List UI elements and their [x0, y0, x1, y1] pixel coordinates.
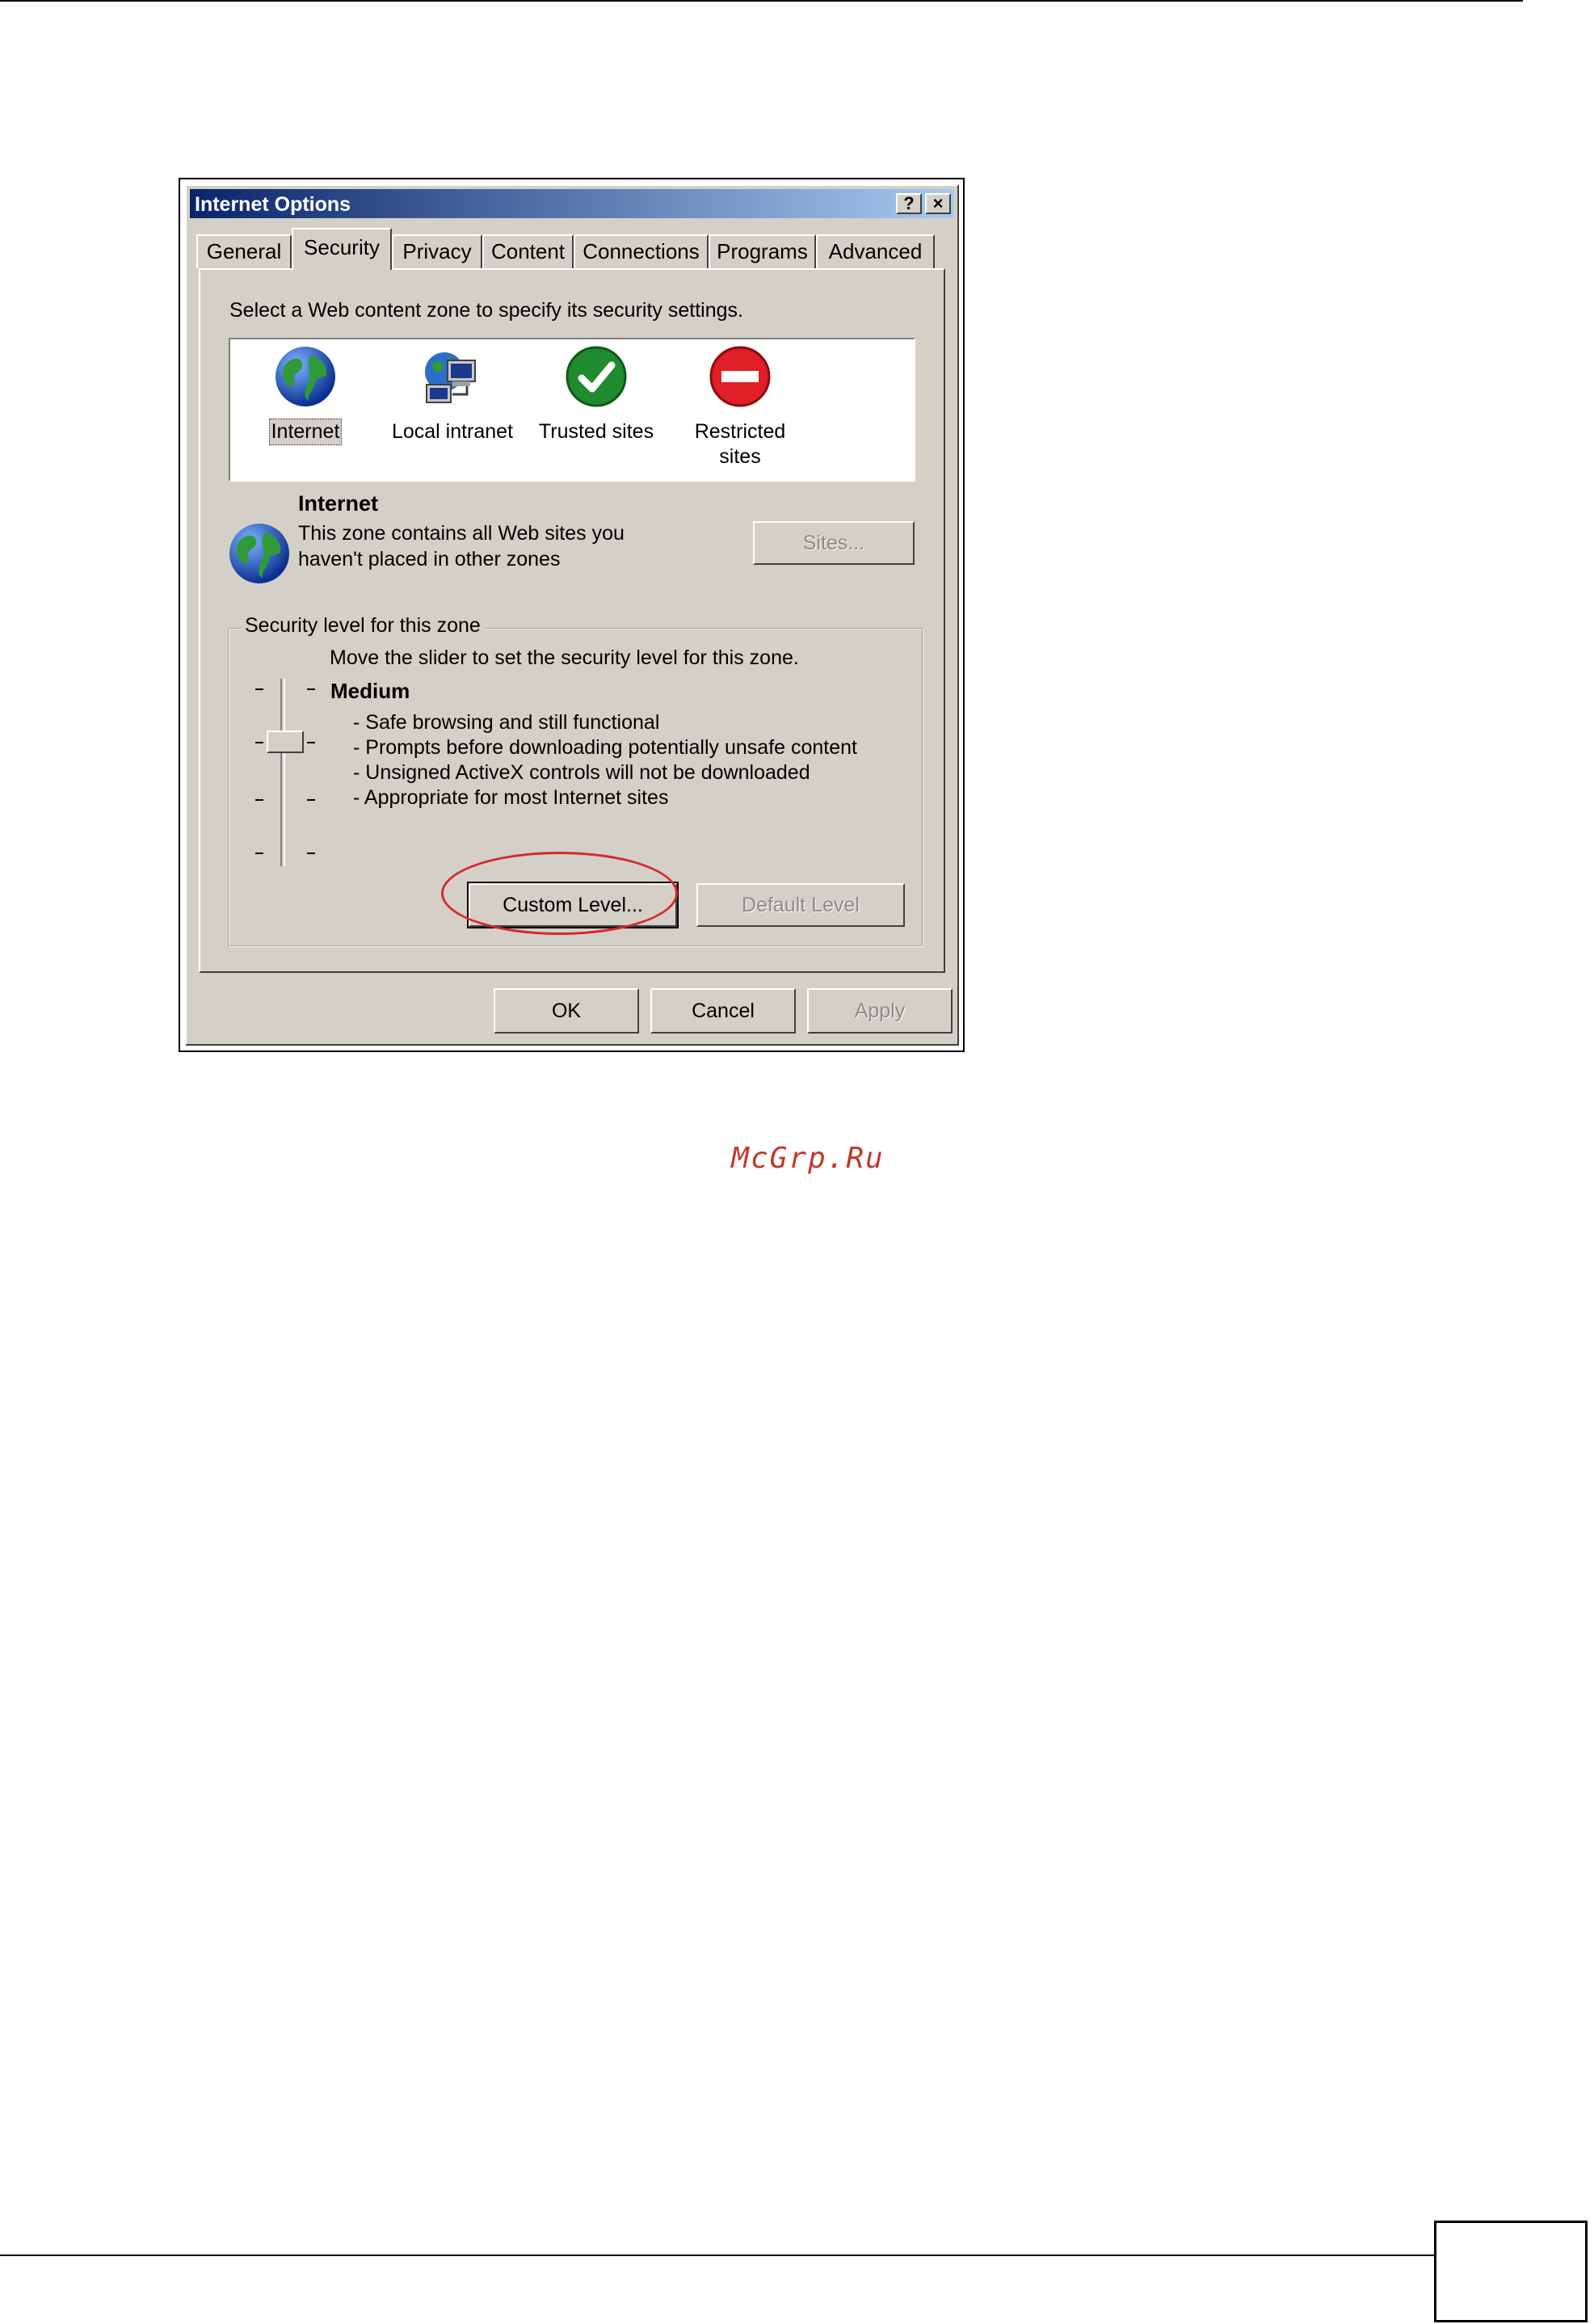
slider-tick — [255, 853, 263, 854]
slider-tick — [255, 799, 263, 801]
security-level-slider-track[interactable] — [280, 679, 285, 866]
close-icon: × — [932, 193, 944, 213]
page-number-box — [1434, 2221, 1588, 2322]
zone-label: Local intranet — [391, 420, 514, 443]
level-detail-item: - Safe browsing and still functional — [353, 711, 660, 734]
level-detail-item: - Unsigned ActiveX controls will not be … — [353, 761, 810, 784]
slider-tick — [307, 799, 315, 801]
page-top-rule — [0, 0, 1523, 2]
page-bottom-rule — [0, 2255, 1438, 2256]
tab-general[interactable]: General — [196, 234, 292, 268]
slider-tick — [255, 688, 263, 690]
tab-label: Connections — [583, 239, 700, 263]
cancel-button[interactable]: Cancel — [650, 988, 796, 1034]
security-level-slider-thumb[interactable] — [267, 730, 304, 753]
zone-local-intranet[interactable]: Local intranet — [384, 344, 521, 444]
tab-label: General — [206, 239, 282, 263]
zone-label: Internet — [268, 419, 343, 445]
title-bar[interactable]: Internet Options ? × — [190, 189, 954, 218]
level-detail-item: - Appropriate for most Internet sites — [353, 786, 669, 809]
zone-internet[interactable]: Internet — [237, 344, 374, 445]
sites-button[interactable]: Sites... — [753, 521, 915, 565]
globe-icon — [275, 347, 335, 406]
zone-label-line: Restricted — [694, 420, 786, 443]
slider-tick — [307, 688, 315, 690]
tab-advanced[interactable]: Advanced — [816, 234, 935, 268]
tab-connections[interactable]: Connections — [574, 234, 709, 268]
help-button[interactable]: ? — [896, 193, 922, 214]
zone-label: Restricted sites — [671, 419, 809, 469]
watermark: McGrp.Ru — [731, 1142, 885, 1175]
default-level-button[interactable]: Default Level — [696, 883, 905, 927]
zone-label-line: sites — [719, 445, 761, 468]
trusted-check-icon — [566, 346, 627, 407]
slider-tick — [307, 742, 315, 743]
security-level-name: Medium — [330, 679, 410, 703]
slider-instruction: Move the slider to set the security leve… — [330, 646, 799, 669]
close-button[interactable]: × — [925, 193, 951, 214]
tab-content[interactable]: Content — [482, 234, 574, 268]
tab-label: Content — [490, 239, 566, 263]
globe-icon — [229, 524, 289, 583]
highlight-oval — [441, 852, 678, 935]
zone-restricted-sites[interactable]: Restricted sites — [671, 344, 809, 469]
tab-label: Programs — [717, 239, 808, 263]
slider-tick — [255, 742, 263, 743]
zone-instruction: Select a Web content zone to specify its… — [229, 299, 743, 322]
tab-programs[interactable]: Programs — [709, 234, 816, 268]
zone-list[interactable]: Internet Local intranet Trusted sites Re… — [229, 338, 915, 482]
security-level-legend: Security level for this zone — [242, 614, 484, 638]
local-intranet-icon — [425, 352, 476, 403]
tab-privacy[interactable]: Privacy — [392, 234, 482, 268]
zone-info-description-line: This zone contains all Web sites you — [298, 522, 625, 545]
zone-label: Trusted sites — [538, 420, 654, 443]
level-detail-item: - Prompts before downloading potentially… — [353, 736, 857, 759]
restricted-icon — [709, 346, 771, 407]
zone-trusted-sites[interactable]: Trusted sites — [528, 344, 665, 444]
slider-tick — [307, 853, 315, 854]
tab-label: Advanced — [828, 239, 923, 263]
apply-button[interactable]: Apply — [807, 988, 953, 1034]
tab-label: Privacy — [402, 239, 472, 263]
tab-security[interactable]: Security — [292, 228, 392, 270]
zone-info-title: Internet — [298, 491, 379, 516]
zone-info-description-line: haven't placed in other zones — [298, 548, 561, 570]
dialog-title: Internet Options — [195, 193, 351, 216]
tab-label: Security — [304, 235, 380, 259]
ok-button[interactable]: OK — [494, 988, 639, 1034]
help-icon: ? — [903, 193, 915, 213]
